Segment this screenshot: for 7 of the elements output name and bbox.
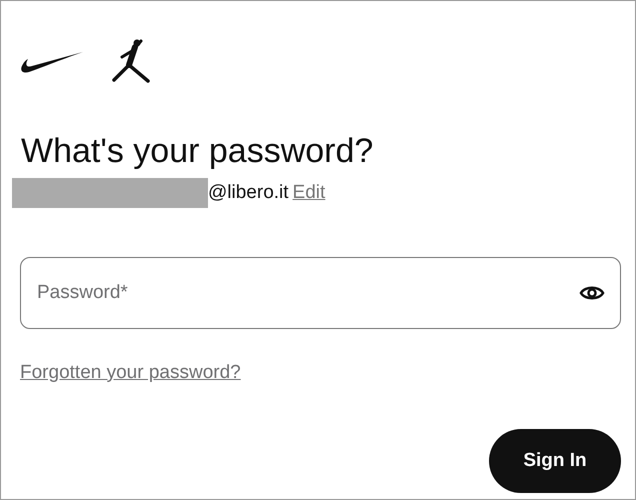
swoosh-logo [20,51,84,75]
forgot-password-link[interactable]: Forgotten your password? [20,358,241,388]
sign-in-button[interactable]: Sign In [489,429,621,494]
edit-link[interactable]: Edit [292,178,326,208]
password-field[interactable]: Password* [20,256,621,329]
page-heading: What's your password? [21,131,374,172]
email-text: @libero.it [208,180,289,205]
